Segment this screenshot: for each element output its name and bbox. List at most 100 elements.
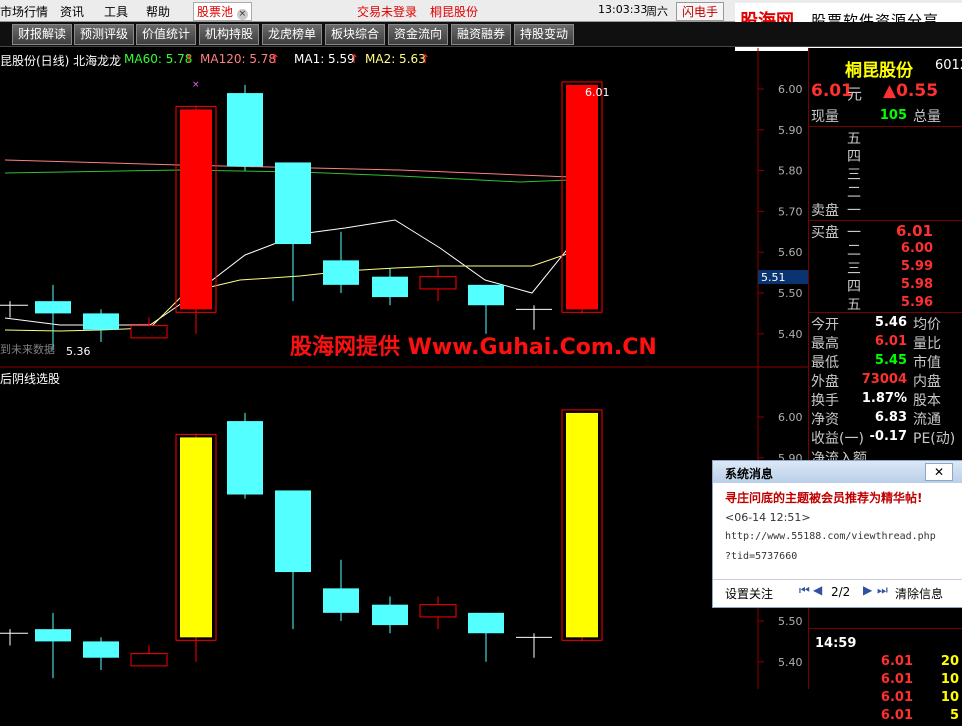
next-page-icon[interactable]: ▶ [863,583,872,597]
menu-news[interactable]: 资讯 [60,3,84,20]
buy-level-row[interactable]: 四 5.98 [809,276,962,295]
price-axis-label: 6.00 [778,83,803,96]
stat-label-2: 内盘 [913,374,941,390]
divider [809,220,962,221]
popup-url-line1[interactable]: http://www.55188.com/viewthread.php [725,531,936,542]
stat-value: 5.45 [874,353,907,368]
stat-value: 73004 [861,372,907,387]
buy-level-label: 五 [847,297,861,313]
price-axis-label: 5.40 [778,656,803,669]
stat-label-2: 均价 [913,317,941,333]
candle-body-down [468,612,504,634]
menu-help[interactable]: 帮助 [146,3,170,20]
toolbar-button-fund-flow[interactable]: 资金流向 [388,24,448,45]
toolbar: 财报解读 预测评级 价值统计 机构持股 龙虎榜单 板块综合 资金流向 融资融券 … [0,22,962,47]
buy-level-price: 5.99 [900,259,933,274]
sub-chart-title: 后阴线选股 [0,372,61,386]
indicator-header: 昆股份(日线) 北海龙龙 MA60: 5.78 ↑ MA120: 5.78 ↑ … [0,52,760,68]
toolbar-button-holding[interactable]: 持股变动 [514,24,574,45]
last-page-icon[interactable]: ⏭ [877,583,888,598]
buy-level-label: 一 [847,225,861,241]
buy-level-label: 四 [847,279,861,295]
stat-value: 1.87% [861,391,907,406]
stock-pool-tab[interactable]: 股票池 × [193,2,252,21]
buy-level-row[interactable]: 二 6.00 [809,240,962,259]
candle-body-up [130,325,168,339]
sell-level-label: 一 [847,203,861,219]
menu-tools[interactable]: 工具 [104,3,128,20]
tick-time: 14:59 [815,636,857,651]
kline-chart[interactable]: 6.00 5.90 5.80 5.70 5.60 5.50 5.40 6.00 5.90 5.8… [0,48,808,689]
stat-label-2: 量比 [913,336,941,352]
price-axis-label: 5.70 [778,205,803,218]
sell-level-label: 二 [847,185,861,201]
future-data-label: 到未来数据 [0,342,55,356]
popup-url-line2[interactable]: ?tid=5737660 [725,551,797,562]
ma2-label: MA2: 5.63 [365,52,426,66]
up-arrow-icon: ↑ [270,52,281,66]
candle-body-signal [566,84,598,310]
toolbar-button-dragon-tiger[interactable]: 龙虎榜单 [262,24,322,45]
toolbar-button-rating[interactable]: 预测评级 [74,24,134,45]
price-axis-label: 5.50 [778,615,803,628]
buy-level-row[interactable]: 五 5.96 [809,294,962,313]
candle-body-down [372,604,408,626]
candle-body-down [35,629,71,642]
quote-stock-name: 桐昆股份 [845,61,913,81]
tick-price: 6.01 [880,690,913,705]
stat-label: 收益(一) [811,431,864,447]
tick-price: 6.01 [880,708,913,723]
indicator-title: 昆股份(日线) 北海龙龙 [0,54,122,68]
trade-status[interactable]: 交易未登录 [357,3,417,20]
follow-settings-button[interactable]: 设置关注 [725,585,773,602]
candle-body-signal [566,412,598,638]
buy-level-price: 5.98 [900,277,933,292]
buy-level-row[interactable]: 一 6.01 [809,222,962,241]
toolbar-button-value[interactable]: 价值统计 [136,24,196,45]
stat-row: 净资 6.83 流通 [809,409,962,428]
candle-body-down [323,588,359,613]
tick-price: 6.01 [880,672,913,687]
candle-body-signal [180,437,212,638]
watermark-text: 股海网提供 Www.Guhai.Com.CN [290,334,657,360]
toolbar-button-institution[interactable]: 机构持股 [199,24,259,45]
price-axis-label: 5.60 [778,246,803,259]
price-axis-label: 5.80 [778,165,803,178]
candle-body-down [372,276,408,298]
stat-label: 换手 [811,393,839,409]
sell-level-label: 四 [847,149,861,165]
page-indicator: 2/2 [831,585,851,599]
tick-volume: 20 [940,654,959,669]
tick-row: 6.01 5 [809,708,962,726]
tick-row: 6.01 20 [809,654,962,672]
popup-date: <06-14 12:51> [725,511,811,524]
price-axis-label: 5.50 [778,287,803,300]
price-axis-label: 5.90 [778,124,803,137]
candle-body-down [227,421,263,495]
toolbar-button-sector[interactable]: 板块综合 [325,24,385,45]
candle-body-down [323,260,359,285]
menu-market[interactable]: 市场行情 [0,3,48,20]
tick-row: 6.01 10 [809,672,962,690]
stat-value: 5.46 [874,315,907,330]
clear-messages-button[interactable]: 清除信息 [895,585,943,602]
popup-headline[interactable]: 寻庄问底的主题被会员推荐为精华帖! [725,489,922,506]
prev-page-icon[interactable]: ◀ [813,583,822,597]
ma60-label: MA60: 5.78 [124,52,193,66]
ma1-label: MA1: 5.59 [294,52,355,66]
volume-now-label: 现量 [811,109,839,125]
toolbar-button-financial[interactable]: 财报解读 [12,24,72,45]
candle-body-up [130,653,168,667]
volume-now-value: 105 [879,108,907,123]
main-candles [0,81,603,351]
toolbar-button-margin[interactable]: 融资融券 [451,24,511,45]
flash-trade-button[interactable]: 闪电手 [676,2,725,21]
ma120-label: MA120: 5.78 [200,52,277,66]
close-icon[interactable]: × [236,9,248,20]
candle-body-down [275,490,311,573]
buy-level-row[interactable]: 三 5.99 [809,258,962,277]
first-page-icon[interactable]: ⏮ [799,583,810,598]
tick-row: 6.01 10 [809,690,962,708]
popup-close-icon[interactable]: ✕ [925,463,953,481]
weekday: 周六 [646,5,668,18]
